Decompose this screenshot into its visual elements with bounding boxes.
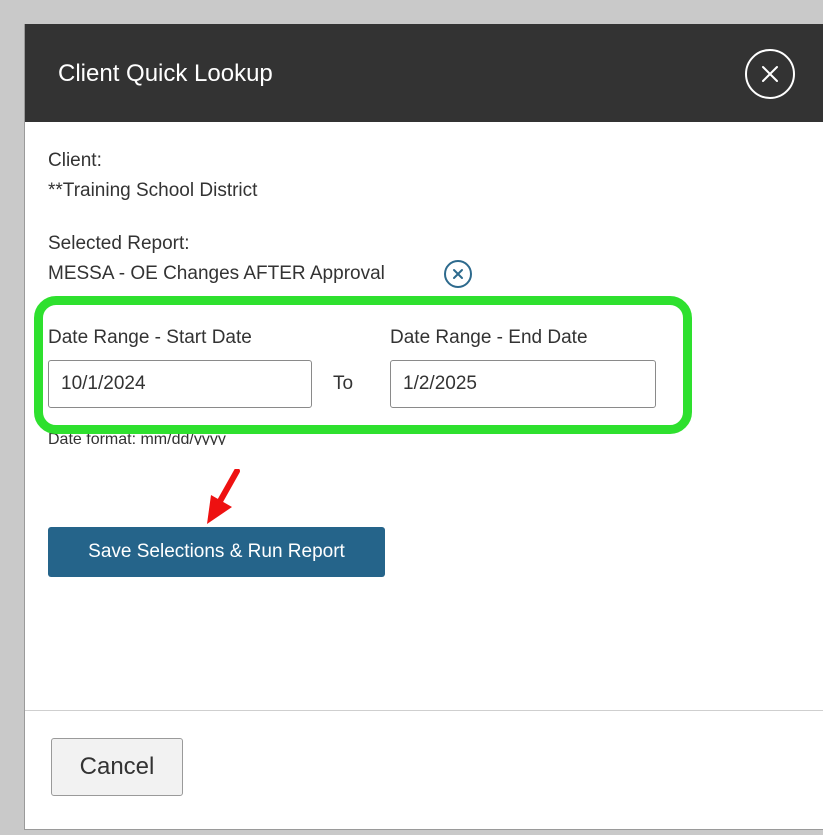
client-label: Client:: [48, 150, 102, 171]
close-circle-icon: [762, 66, 778, 82]
dialog-title: Client Quick Lookup: [58, 60, 273, 87]
cancel-button[interactable]: Cancel: [51, 738, 183, 796]
start-date-input[interactable]: [48, 360, 312, 408]
selected-report-value: MESSA - OE Changes AFTER Approval: [48, 263, 385, 284]
client-quick-lookup-dialog: Client Quick Lookup Client: **Training S…: [24, 24, 823, 830]
end-date-input[interactable]: [390, 360, 656, 408]
client-value: **Training School District: [48, 180, 258, 201]
clear-report-button[interactable]: [444, 260, 472, 288]
footer-divider: [25, 710, 823, 711]
selected-report-label: Selected Report:: [48, 233, 190, 254]
annotation-arrow-icon: [207, 469, 240, 524]
save-and-run-report-button[interactable]: Save Selections & Run Report: [48, 527, 385, 577]
close-button[interactable]: [745, 49, 795, 99]
start-date-label: Date Range - Start Date: [48, 327, 252, 348]
clear-circle-icon: [453, 269, 463, 279]
end-date-label: Date Range - End Date: [390, 327, 588, 348]
date-format-hint: Date format: mm/dd/yyyy: [48, 431, 226, 445]
dialog-header: Client Quick Lookup: [25, 24, 823, 122]
date-range-separator: To: [333, 373, 354, 394]
